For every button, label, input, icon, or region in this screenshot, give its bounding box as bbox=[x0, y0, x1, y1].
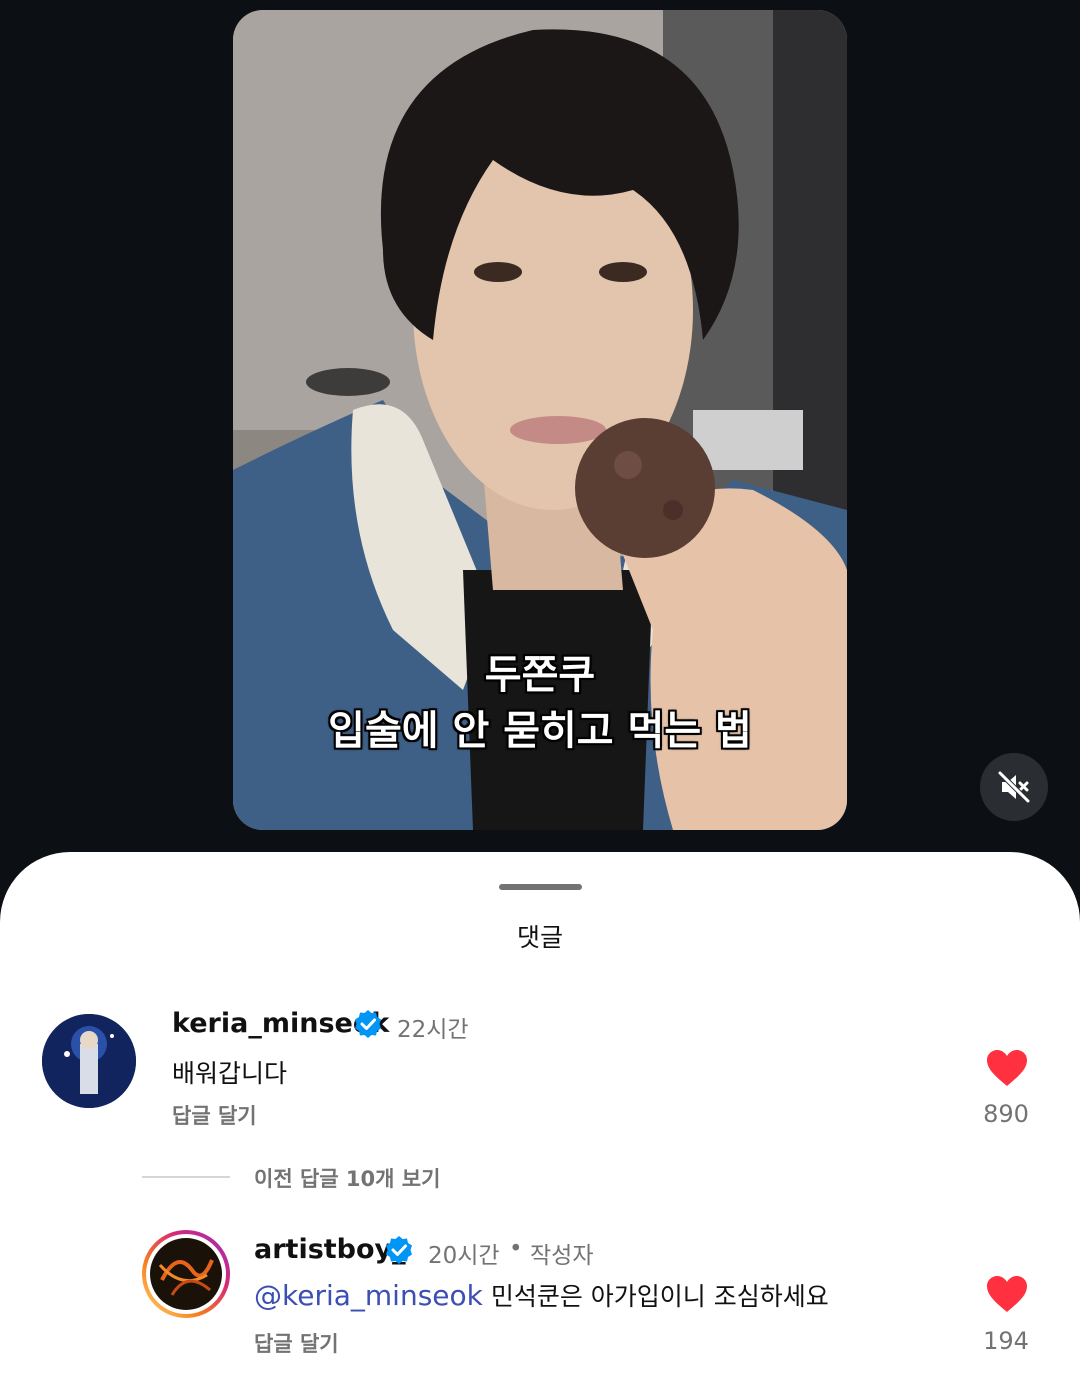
reply-username[interactable]: artistboy_ bbox=[254, 1234, 406, 1265]
mention-link[interactable]: @keria_minseok bbox=[254, 1279, 483, 1312]
reply-text-line: @keria_minseok 민석쿤은 아가입이니 조심하세요 bbox=[254, 1277, 829, 1313]
video-player[interactable]: 두쫀쿠 입술에 안 묻히고 먹는 법 bbox=[233, 10, 847, 830]
comments-sheet: 댓글 keria_minseok 22시간 배워갑니다 답글 달기 890 이전… bbox=[0, 852, 1080, 1383]
verified-badge-icon bbox=[386, 1236, 412, 1264]
video-area: 두쫀쿠 입술에 안 묻히고 먹는 법 bbox=[0, 0, 1080, 860]
mute-button[interactable] bbox=[980, 753, 1048, 821]
reply-item: artistboy_ 20시간 • 작성자 @keria_minseok 민석쿤… bbox=[0, 852, 1080, 1383]
avatar[interactable] bbox=[142, 1230, 230, 1318]
heart-icon[interactable] bbox=[985, 1274, 1029, 1314]
reply-time: 20시간 bbox=[428, 1243, 500, 1269]
like-count: 194 bbox=[983, 1327, 1029, 1355]
reply-button[interactable]: 답글 달기 bbox=[254, 1328, 339, 1358]
video-caption-line2: 입술에 안 묻히고 먹는 법 bbox=[328, 708, 752, 754]
separator-dot: • bbox=[509, 1236, 523, 1262]
speaker-muted-icon bbox=[998, 771, 1030, 803]
video-caption-line1: 두쫀쿠 bbox=[484, 652, 596, 698]
reply-text: 민석쿤은 아가입이니 조심하세요 bbox=[490, 1282, 829, 1311]
author-label: 작성자 bbox=[530, 1243, 594, 1269]
